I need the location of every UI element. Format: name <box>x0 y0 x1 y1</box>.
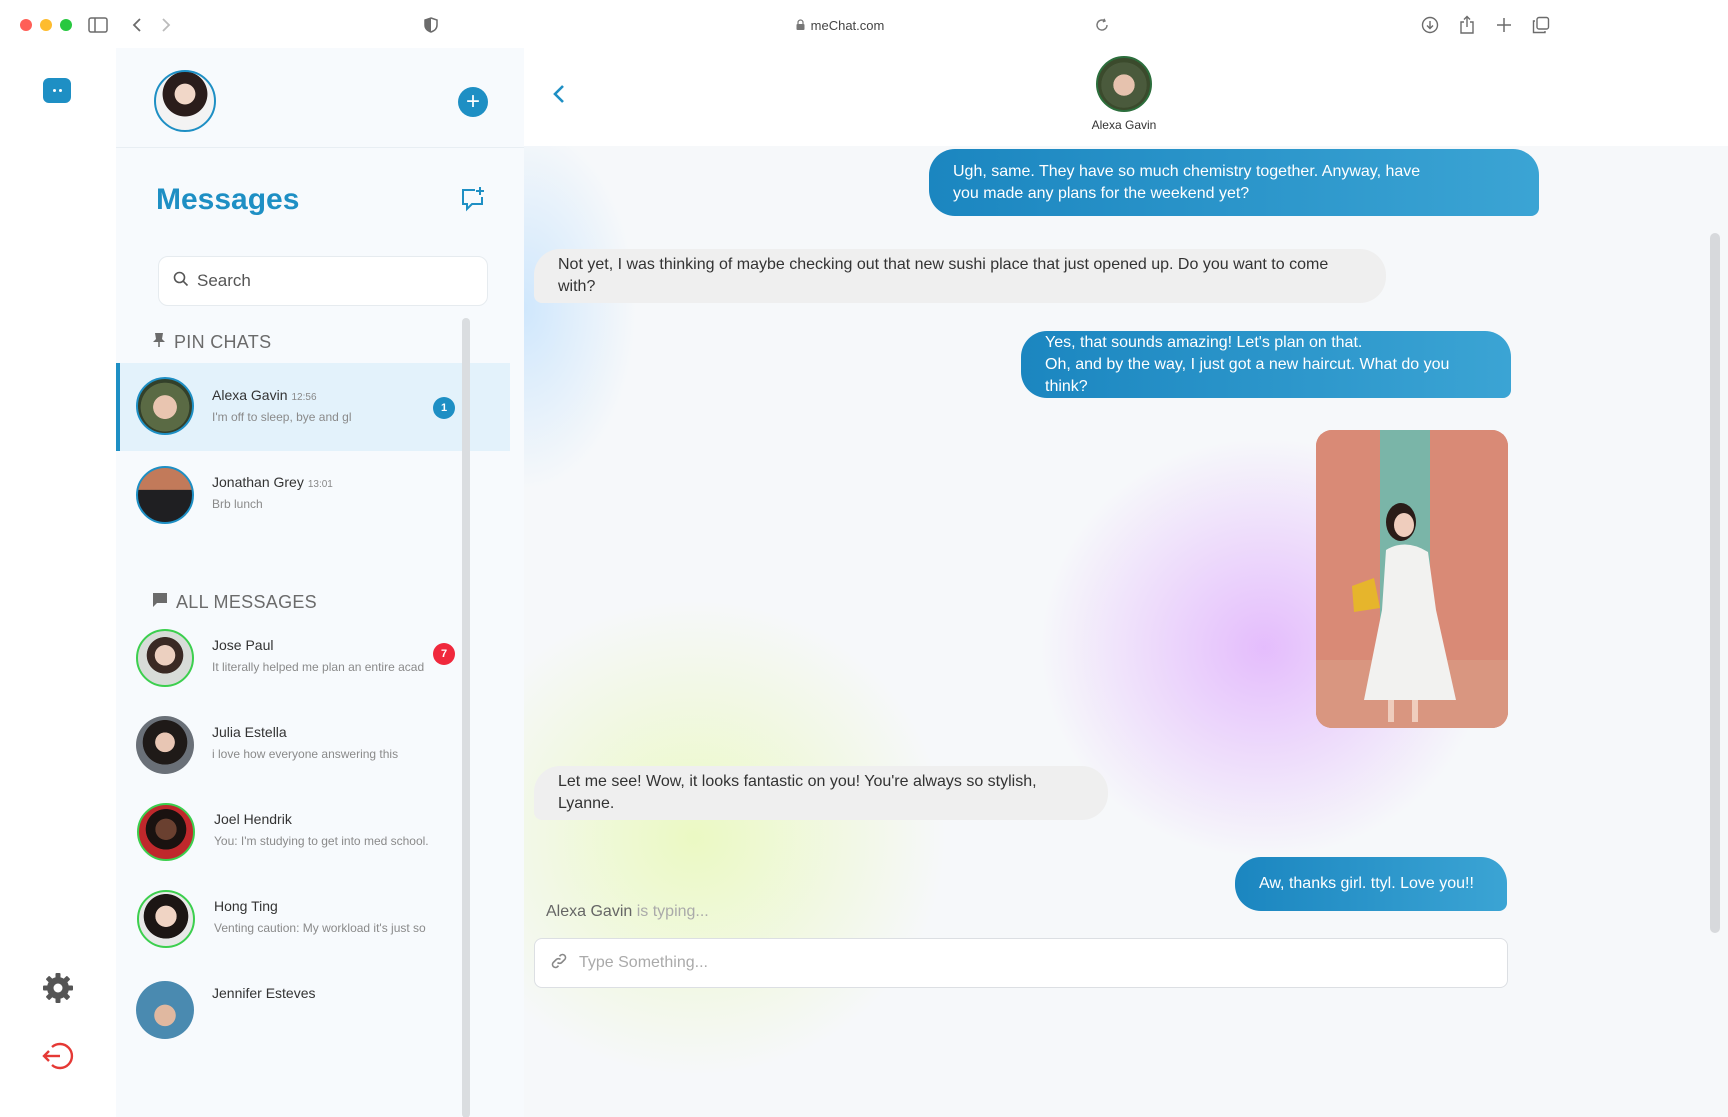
chat-name: Julia Estella <box>212 724 287 740</box>
page-title: Messages <box>156 183 300 216</box>
pin-icon <box>152 332 166 353</box>
chat-item-hong-ting[interactable]: Hong Ting Venting caution: My workload i… <box>116 874 510 962</box>
chat-preview: It literally helped me plan an entire ac… <box>212 660 425 674</box>
message-input[interactable] <box>579 954 1479 972</box>
chat-name: Jose Paul <box>212 637 274 653</box>
message-composer[interactable] <box>534 938 1508 988</box>
avatar <box>137 890 195 948</box>
chat-header: Alexa Gavin <box>524 48 1728 146</box>
avatar <box>136 377 194 435</box>
my-avatar[interactable] <box>154 70 216 132</box>
avatar <box>136 629 194 687</box>
sidebar-header: + <box>116 48 524 148</box>
avatar <box>136 716 194 774</box>
add-button[interactable]: + <box>458 87 488 117</box>
unread-badge: 1 <box>433 397 455 419</box>
app-logo-icon[interactable] <box>43 78 71 103</box>
pin-chats-heading: PIN CHATS <box>152 332 271 353</box>
chat-item-jose-paul[interactable]: Jose Paul It literally helped me plan an… <box>116 613 510 701</box>
message-icon <box>152 592 168 613</box>
search-box[interactable] <box>158 256 488 306</box>
new-message-icon[interactable] <box>460 186 486 212</box>
sidebar-scrollbar[interactable] <box>462 318 470 1117</box>
typing-name: Alexa Gavin <box>546 903 633 920</box>
chat-name: Jonathan Grey 13:01 <box>212 474 333 490</box>
all-messages-label: ALL MESSAGES <box>176 592 317 612</box>
sidebar-toggle-icon[interactable] <box>87 14 109 36</box>
message-incoming: Not yet, I was thinking of maybe checkin… <box>534 249 1386 303</box>
lock-icon <box>796 18 805 33</box>
chat-item-joel-hendrik[interactable]: Joel Hendrik You: I'm studying to get in… <box>116 787 510 875</box>
shared-photo[interactable] <box>1316 430 1508 728</box>
reload-icon[interactable] <box>1091 14 1113 36</box>
peer-avatar[interactable] <box>1096 56 1152 112</box>
back-arrow-icon[interactable] <box>126 14 148 36</box>
chat-preview: Brb lunch <box>212 497 263 511</box>
forward-arrow-icon[interactable] <box>155 14 177 36</box>
pin-chats-label: PIN CHATS <box>174 332 272 352</box>
app-rail <box>0 48 116 1117</box>
chat-item-jonathan-grey[interactable]: Jonathan Grey 13:01 Brb lunch <box>116 450 510 538</box>
maximize-window-button[interactable] <box>60 19 72 31</box>
browser-toolbar: meChat.com <box>0 0 1728 48</box>
chat-preview: You: I'm studying to get into med school… <box>214 834 429 848</box>
chat-name: Alexa Gavin 12:56 <box>212 387 317 403</box>
chat-pane: Alexa Gavin Ugh, same. They have so much… <box>524 48 1728 1117</box>
message-outgoing: Yes, that sounds amazing! Let's plan on … <box>1021 331 1511 398</box>
logout-icon[interactable] <box>40 1038 76 1074</box>
search-input[interactable] <box>197 271 457 291</box>
chat-preview: i love how everyone answering this <box>212 747 399 761</box>
peer-name: Alexa Gavin <box>1091 118 1157 132</box>
url-text: meChat.com <box>810 17 885 33</box>
all-messages-heading: ALL MESSAGES <box>152 592 317 613</box>
avatar <box>136 981 194 1039</box>
chat-item-alexa-gavin[interactable]: Alexa Gavin 12:56 I'm off to sleep, bye a… <box>116 363 510 451</box>
message-incoming: Let me see! Wow, it looks fantastic on y… <box>534 766 1108 820</box>
avatar <box>136 466 194 524</box>
chat-item-jennifer-esteves[interactable]: Jennifer Esteves <box>116 961 510 1049</box>
message-outgoing: Aw, thanks girl. ttyl. Love you!! <box>1235 857 1507 911</box>
attach-link-icon[interactable] <box>549 951 569 976</box>
avatar <box>137 803 195 861</box>
address-bar[interactable]: meChat.com <box>760 16 920 34</box>
chat-scrollbar[interactable] <box>1710 233 1720 933</box>
search-icon <box>173 271 189 292</box>
close-window-button[interactable] <box>20 19 32 31</box>
chat-item-julia-estella[interactable]: Julia Estella i love how everyone answer… <box>116 700 510 788</box>
chat-time: 12:56 <box>291 392 317 403</box>
message-outgoing: Ugh, same. They have so much chemistry t… <box>929 149 1539 216</box>
chat-preview: I'm off to sleep, bye and gl <box>212 410 352 424</box>
back-chevron-icon[interactable] <box>548 82 572 106</box>
chat-preview: Venting caution: My workload it's just s… <box>214 921 426 935</box>
tabs-overview-icon[interactable] <box>1530 14 1552 36</box>
settings-icon[interactable] <box>40 970 76 1006</box>
typing-indicator: Alexa Gavin is typing... <box>546 903 709 921</box>
share-icon[interactable] <box>1456 14 1478 36</box>
chat-name: Jennifer Esteves <box>212 985 316 1001</box>
conversation-sidebar: + Messages PIN CHATS Alexa Gavin12:56 I'… <box>116 48 524 1117</box>
chat-name: Joel Hendrik <box>214 811 292 827</box>
minimize-window-button[interactable] <box>40 19 52 31</box>
chat-time: 13:01 <box>307 479 333 490</box>
unread-badge: 7 <box>433 643 455 665</box>
download-icon[interactable] <box>1419 14 1441 36</box>
typing-status: is typing... <box>636 903 709 920</box>
new-tab-icon[interactable] <box>1493 14 1515 36</box>
chat-name: Hong Ting <box>214 898 278 914</box>
shield-icon[interactable] <box>420 14 442 36</box>
